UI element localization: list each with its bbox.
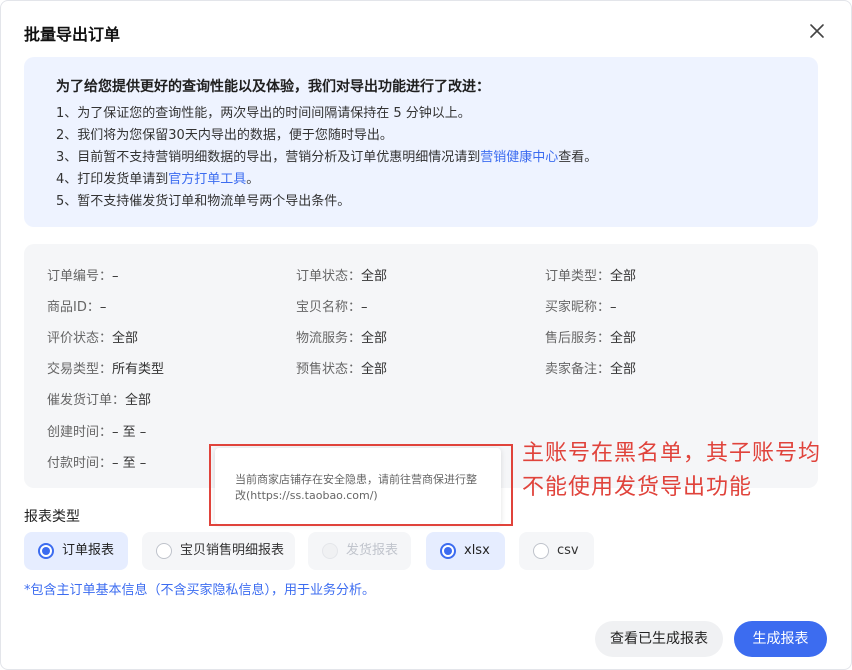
filter-paid-time: 付款时间：– 至 – [47,452,146,471]
filter-label: 预售状态： [296,362,362,377]
filter-label: 卖家备注： [545,362,611,377]
filter-value: 全部 [610,269,637,284]
report-note: *包含主订单基本信息（不含买家隐私信息），用于业务分析。 [24,583,376,598]
report-type-label: 报表类型 [24,509,80,525]
format-label: xlsx [464,543,490,558]
filter-order-status: 订单状态：全部 [296,265,387,284]
filter-value: – 至 – [112,456,147,471]
format-csv[interactable]: csv [519,532,594,570]
filter-label: 交易类型： [47,362,113,377]
option-item-sales-detail-report[interactable]: 宝贝销售明细报表 [142,532,295,570]
official-print-tool-link[interactable]: 官方打单工具 [168,172,246,187]
filter-created-time: 创建时间：– 至 – [47,421,146,440]
annotation-text-line-1: 主账号在黑名单，其子账号均 [522,441,822,466]
option-order-report[interactable]: 订单报表 [24,532,128,570]
filter-item-name: 宝贝名称：– [296,296,368,315]
filter-logistics-service: 物流服务：全部 [296,327,387,346]
radio-checked-icon [38,543,54,559]
filter-value: – [112,269,119,284]
filter-value: 全部 [361,269,388,284]
filter-value: – [99,300,107,315]
filter-value: 全部 [361,331,388,346]
radio-checked-icon [440,543,456,559]
filter-review-status: 评价状态：全部 [47,327,138,346]
close-icon[interactable] [807,21,827,41]
option-shipping-report: 发货报表 [308,532,411,570]
filter-label: 订单编号： [47,269,113,284]
filter-order-no: 订单编号：– [47,265,119,284]
filter-label: 付款时间： [47,456,113,471]
filter-value: 全部 [112,331,139,346]
filter-value: 全部 [361,362,388,377]
notice-panel: 为了给您提供更好的查询性能以及体验，我们对导出功能进行了改进： 1、为了保证您的… [24,57,818,227]
filter-value: 全部 [125,393,152,408]
filter-label: 物流服务： [296,331,362,346]
filter-value: 全部 [610,362,637,377]
notice-item-1: 1、为了保证您的查询性能，两次导出的时间间隔请保持在 5 分钟以上。 [56,106,471,121]
format-xlsx[interactable]: xlsx [426,532,505,570]
filter-seller-note: 卖家备注：全部 [545,358,636,377]
filter-item-id: 商品ID：– [47,296,106,315]
notice-item-2: 2、我们将为您保留30天内导出的数据，便于您随时导出。 [56,128,393,143]
filter-value: 全部 [610,331,637,346]
notice-item-4-text: 4、打印发货单请到 [56,172,169,187]
filter-trade-type: 交易类型：所有类型 [47,358,164,377]
annotation-highlight-box [209,444,513,526]
marketing-health-center-link[interactable]: 营销健康中心 [480,150,558,165]
filter-label: 买家昵称： [545,300,611,315]
filter-label: 商品ID： [47,300,100,315]
notice-item-3-suffix: 查看。 [558,150,598,165]
notice-item-3-text: 3、目前暂不支持营销明细数据的导出，营销分析及订单优惠明细情况请到 [56,150,481,165]
export-orders-dialog: 批量导出订单 为了给您提供更好的查询性能以及体验，我们对导出功能进行了改进： 1… [0,0,852,670]
notice-item-4: 4、打印发货单请到官方打单工具。 [56,168,259,187]
filter-urge-order: 催发货订单：全部 [47,389,151,408]
filter-value: – [361,300,368,315]
filter-label: 订单状态： [296,269,362,284]
format-label: csv [557,543,579,558]
filter-label: 评价状态： [47,331,113,346]
filter-label: 催发货订单： [47,393,126,408]
filter-value: – 至 – [112,425,147,440]
filter-label: 订单类型： [545,269,611,284]
generate-report-button[interactable]: 生成报表 [734,621,827,657]
annotation-text-line-2: 不能使用发货导出功能 [522,475,753,500]
filter-label: 宝贝名称： [296,300,362,315]
option-label: 发货报表 [346,543,399,558]
radio-unchecked-icon [156,543,172,559]
filter-after-sales: 售后服务：全部 [545,327,636,346]
filter-label: 创建时间： [47,425,113,440]
filter-value: 所有类型 [112,362,165,377]
filter-presale-status: 预售状态：全部 [296,358,387,377]
option-label: 宝贝销售明细报表 [180,543,285,558]
filter-order-type: 订单类型：全部 [545,265,636,284]
filter-value: – [610,300,617,315]
filter-buyer-nick: 买家昵称：– [545,296,617,315]
notice-heading: 为了给您提供更好的查询性能以及体验，我们对导出功能进行了改进： [56,79,490,95]
dialog-title: 批量导出订单 [24,25,121,44]
notice-item-4-suffix: 。 [246,172,260,187]
filter-label: 售后服务： [545,331,611,346]
notice-item-3: 3、目前暂不支持营销明细数据的导出，营销分析及订单优惠明细情况请到营销健康中心查… [56,146,597,165]
notice-item-5: 5、暂不支持催发货订单和物流单号两个导出条件。 [56,194,351,209]
view-generated-reports-button[interactable]: 查看已生成报表 [595,621,723,657]
radio-disabled-icon [322,543,338,559]
option-label: 订单报表 [62,543,115,558]
radio-unchecked-icon [533,543,549,559]
